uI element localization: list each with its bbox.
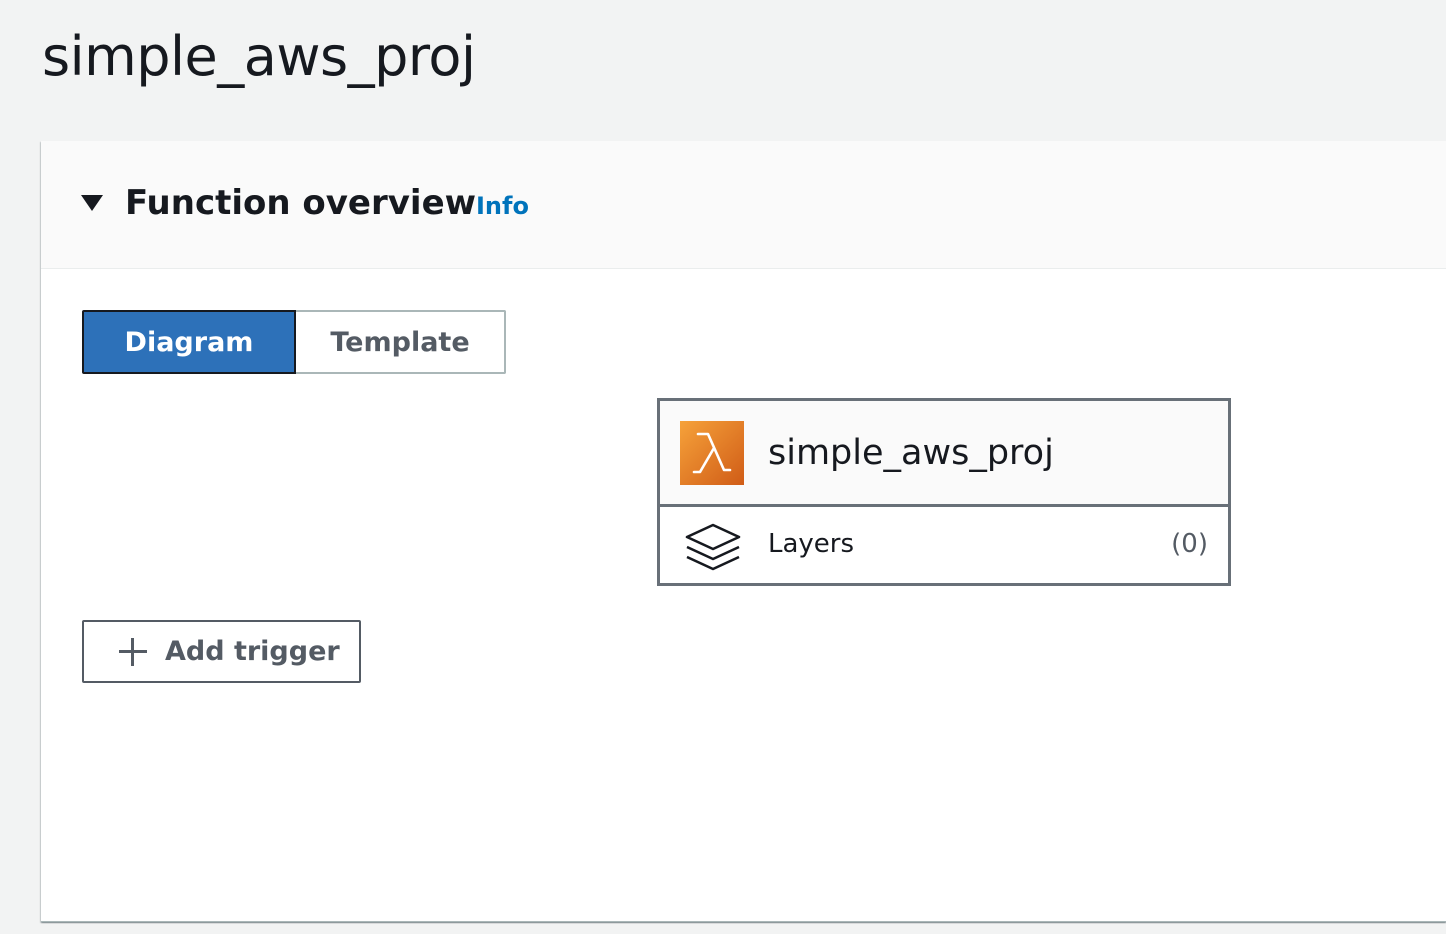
lambda-glyph-icon [692, 432, 732, 474]
view-toggle: Diagram Template [82, 310, 506, 374]
lambda-icon [680, 421, 744, 485]
layers-icon [685, 523, 741, 571]
layers-row[interactable]: Layers (0) [660, 507, 1228, 583]
layers-count: (0) [1171, 529, 1208, 559]
plus-icon [118, 637, 148, 667]
function-card-header[interactable]: simple_aws_proj [660, 401, 1228, 507]
panel-title[interactable]: Function overview [125, 179, 476, 227]
layers-label: Layers [768, 529, 855, 559]
function-card[interactable]: simple_aws_proj Layers (0) [657, 398, 1231, 586]
add-trigger-label: Add trigger [165, 636, 340, 667]
function-overview-panel: Function overview Info Diagram Template … [41, 141, 1446, 922]
page-title: simple_aws_proj [42, 25, 476, 88]
tab-diagram[interactable]: Diagram [82, 310, 296, 374]
function-name: simple_aws_proj [768, 433, 1054, 473]
panel-header: Function overview Info [41, 141, 1446, 269]
add-trigger-button[interactable]: Add trigger [82, 620, 361, 683]
tab-template[interactable]: Template [296, 310, 506, 374]
caret-down-icon[interactable] [81, 195, 103, 211]
info-link[interactable]: Info [476, 191, 529, 221]
